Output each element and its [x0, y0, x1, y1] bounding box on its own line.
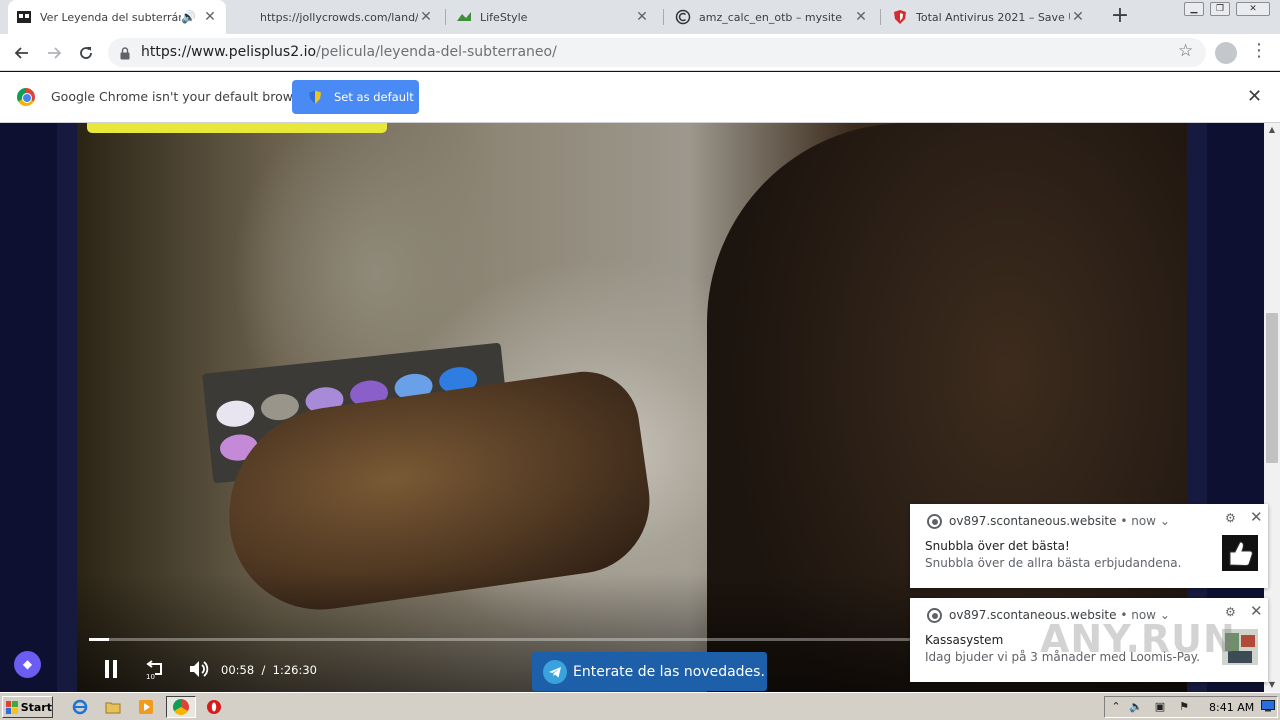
close-icon[interactable]: ✕ — [1250, 602, 1263, 620]
tab-leyenda[interactable]: Ver Leyenda del subterráneo 🔊 ✕ — [8, 0, 226, 34]
lifestyle-icon — [456, 9, 472, 25]
forward-button[interactable] — [42, 41, 66, 65]
system-tray: ⌃ 🔈 ▣ ⚑ 8:41 AM — [1104, 696, 1278, 718]
show-desktop-icon[interactable] — [1261, 700, 1275, 714]
chevron-down-icon[interactable]: ⌄ — [1160, 514, 1170, 528]
scroll-up-arrow[interactable]: ▲ — [1264, 123, 1280, 137]
start-label: Start — [20, 700, 52, 714]
rewind-label: 10 — [146, 673, 155, 680]
tab-mysite[interactable]: amz_calc_en_otb – mysite ✕ — [667, 0, 877, 34]
close-tab-icon[interactable]: ✕ — [853, 9, 869, 25]
current-time: 00:58 — [221, 663, 255, 677]
taskbar-clock[interactable]: 8:41 AM — [1209, 701, 1254, 714]
notification-origin: ov897.scontaneous.website • now ⌄ — [949, 514, 1170, 528]
volume-icon[interactable] — [188, 658, 210, 680]
close-tab-icon[interactable]: ✕ — [1070, 9, 1086, 25]
tab-separator — [663, 9, 664, 25]
volume-tray-icon[interactable]: 🔈 — [1129, 700, 1143, 714]
notification-card[interactable]: ov897.scontaneous.website • now ⌄ ⚙ ✕ Sn… — [910, 504, 1268, 588]
tab-title: Ver Leyenda del subterráneo — [40, 10, 181, 24]
mysite-icon — [675, 9, 691, 25]
rewind-10-button[interactable]: 10 — [144, 658, 166, 681]
restore-button[interactable]: ❐ — [1210, 2, 1230, 16]
telegram-label: Enterate de las novedades. — [573, 663, 765, 680]
windows-logo-icon — [6, 700, 18, 714]
thumbs-up-image — [1222, 535, 1258, 571]
url-text: https://www.pelisplus2.io/pelicula/leyen… — [141, 44, 557, 60]
chrome-icon — [173, 699, 189, 715]
start-button[interactable]: Start — [2, 696, 53, 718]
notification-body: Snubbla över de allra bästa erbjudandena… — [925, 556, 1182, 570]
chrome-taskbar-button[interactable] — [166, 696, 196, 718]
set-as-default-label: Set as default — [334, 90, 414, 104]
tab-title: LifeStyle — [480, 10, 528, 24]
internet-explorer-icon[interactable] — [72, 699, 88, 715]
shield-icon — [892, 9, 908, 25]
speaker-icon[interactable]: 🔊 — [181, 10, 196, 24]
gear-icon[interactable]: ⚙ — [1225, 511, 1236, 525]
left-margin — [0, 123, 57, 692]
tab-title: https://jollycrowds.com/land/ro — [260, 10, 418, 24]
bookmark-star-icon[interactable]: ☆ — [1178, 41, 1193, 61]
flag-tray-icon[interactable]: ⚑ — [1177, 700, 1191, 714]
telegram-news-button[interactable]: Enterate de las novedades. — [532, 652, 767, 691]
floating-action-button[interactable]: ◆ — [14, 651, 41, 678]
uac-shield-icon — [308, 90, 322, 105]
notification-title: Kassasystem — [925, 633, 1004, 647]
yellow-banner[interactable] — [87, 123, 387, 133]
chrome-icon — [927, 608, 942, 623]
close-icon[interactable]: ✕ — [1250, 508, 1263, 526]
tab-separator — [880, 9, 881, 25]
menu-kebab-icon[interactable]: ⋮ — [1250, 40, 1268, 61]
tab-strip: Ver Leyenda del subterráneo 🔊 ✕ https://… — [0, 0, 1280, 34]
infobar-close-icon[interactable]: ✕ — [1247, 86, 1262, 107]
tab-lifestyle[interactable]: LifeStyle ✕ — [448, 0, 658, 34]
tab-title: Total Antivirus 2021 – Save Up — [916, 10, 1070, 24]
default-browser-infobar: Google Chrome isn't your default browser… — [0, 72, 1280, 123]
player-frame-left — [57, 123, 77, 692]
tab-separator — [445, 9, 446, 25]
infobar-message: Google Chrome isn't your default browser — [51, 89, 313, 104]
media-player-icon[interactable] — [138, 699, 154, 715]
profile-avatar[interactable] — [1215, 42, 1237, 64]
windows-taskbar: Start ⌃ 🔈 ▣ ⚑ 8:41 AM — [0, 692, 1280, 720]
chrome-logo-icon — [17, 88, 35, 106]
video-progress-fill — [89, 638, 110, 641]
minimize-button[interactable]: ▁ — [1184, 2, 1204, 16]
duration: 1:26:30 — [272, 663, 317, 677]
close-window-button[interactable]: ✕ — [1236, 2, 1270, 16]
browser-toolbar: https://www.pelisplus2.io/pelicula/leyen… — [0, 34, 1280, 71]
anyrun-watermark: ANY.RUN — [1040, 617, 1236, 661]
tab-jollycrowds[interactable]: https://jollycrowds.com/land/ro ✕ — [252, 0, 442, 34]
url-path: /pelicula/leyenda-del-subterraneo/ — [316, 44, 557, 60]
back-button[interactable] — [10, 41, 34, 65]
reload-button[interactable] — [74, 41, 98, 65]
address-bar[interactable]: https://www.pelisplus2.io/pelicula/leyen… — [108, 38, 1206, 67]
folder-icon[interactable] — [105, 699, 121, 715]
opera-icon[interactable] — [206, 699, 222, 715]
tab-antivirus[interactable]: Total Antivirus 2021 – Save Up ✕ — [884, 0, 1094, 34]
url-host: https://www.pelisplus2.io — [141, 44, 317, 60]
show-hidden-icons-icon[interactable]: ⌃ — [1109, 700, 1123, 714]
close-tab-icon[interactable]: ✕ — [202, 9, 218, 25]
set-as-default-button[interactable]: Set as default — [292, 80, 419, 114]
origin-host: ov897.scontaneous.website — [949, 514, 1117, 528]
notification-title: Snubbla över det bästa! — [925, 539, 1070, 553]
pause-button[interactable] — [104, 660, 118, 678]
network-tray-icon[interactable]: ▣ — [1153, 700, 1167, 714]
close-tab-icon[interactable]: ✕ — [418, 9, 434, 25]
time-display: 00:58 / 1:26:30 — [221, 663, 317, 677]
notification-meta: • now — [1120, 514, 1156, 528]
telegram-icon — [543, 659, 567, 684]
tab-title: amz_calc_en_otb – mysite — [699, 10, 842, 24]
lock-icon[interactable] — [120, 45, 130, 60]
scroll-thumb[interactable] — [1266, 313, 1278, 463]
clapperboard-icon — [16, 9, 32, 25]
time-separator: / — [261, 663, 266, 677]
new-tab-button[interactable]: + — [1110, 5, 1130, 27]
chrome-icon — [927, 514, 942, 529]
close-tab-icon[interactable]: ✕ — [634, 9, 650, 25]
